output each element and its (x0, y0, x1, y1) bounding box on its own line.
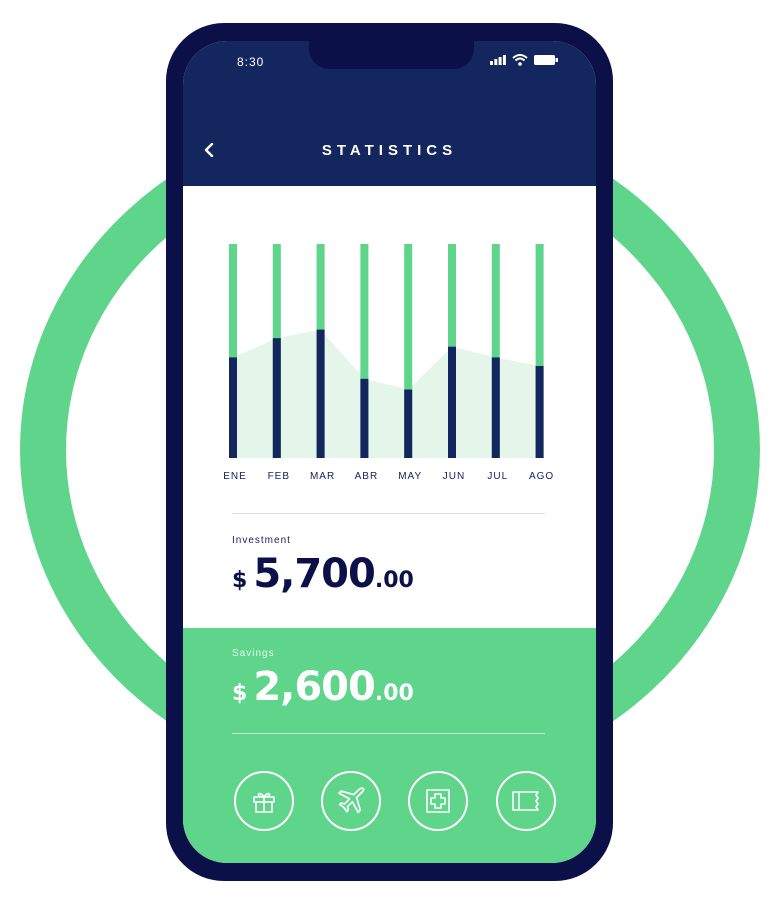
savings-amount: $ 2,600 .00 (232, 664, 414, 710)
tick-label-may: MAY (398, 471, 422, 482)
phone-frame: 8:30 STATISTICS ENE FEB MAR ABR MAY JUN … (166, 23, 613, 881)
tick-label-ene: ENE (223, 471, 247, 482)
page-title: STATISTICS (321, 142, 458, 159)
investment-label: Investment (232, 535, 291, 546)
bar-jun (448, 346, 456, 458)
bar-may (404, 389, 413, 458)
phone-notch (309, 41, 474, 69)
bar-ago (535, 365, 544, 458)
investment-amount: $ 5,700 .00 (232, 551, 414, 597)
health-category-button[interactable] (408, 771, 468, 831)
receipt-icon (512, 791, 539, 811)
signal-icon (490, 55, 506, 65)
bar-ene (229, 357, 237, 458)
tick-label-feb: FEB (268, 471, 290, 482)
bar-feb (272, 338, 281, 458)
gift-icon (253, 792, 275, 813)
travel-category-button[interactable] (321, 771, 381, 831)
investment-whole: 5,700 (253, 551, 376, 597)
statistics-chart: ENE FEB MAR ABR MAY JUN JUL AGO (223, 244, 554, 482)
tick-label-mar: MAR (310, 471, 335, 482)
bar-jul (491, 357, 500, 458)
savings-decimals: .00 (374, 681, 414, 706)
tick-label-ago: AGO (529, 471, 554, 482)
phone-screen: 8:30 STATISTICS ENE FEB MAR ABR MAY JUN … (183, 41, 596, 863)
receipt-category-button[interactable] (496, 771, 556, 831)
investment-currency: $ (232, 568, 248, 593)
airplane-icon (338, 787, 365, 814)
status-time: 8:30 (237, 55, 265, 69)
status-icons (490, 54, 558, 66)
savings-label: Savings (232, 648, 275, 659)
battery-icon (534, 55, 558, 65)
tick-label-jun: JUN (443, 471, 465, 482)
tick-label-abr: ABR (355, 471, 379, 482)
app-header: 8:30 STATISTICS (183, 41, 596, 186)
gift-category-button[interactable] (234, 771, 294, 831)
investment-decimals: .00 (374, 568, 414, 593)
medical-cross-icon (426, 789, 450, 813)
savings-whole: 2,600 (253, 664, 376, 710)
tick-label-jul: JUL (487, 471, 508, 482)
divider (232, 513, 545, 514)
bar-abr (360, 378, 369, 458)
savings-divider (232, 733, 545, 734)
savings-currency: $ (232, 681, 248, 706)
savings-panel: Savings $ 2,600 .00 (183, 628, 596, 863)
wifi-icon (512, 54, 528, 66)
bar-mar (316, 329, 325, 458)
